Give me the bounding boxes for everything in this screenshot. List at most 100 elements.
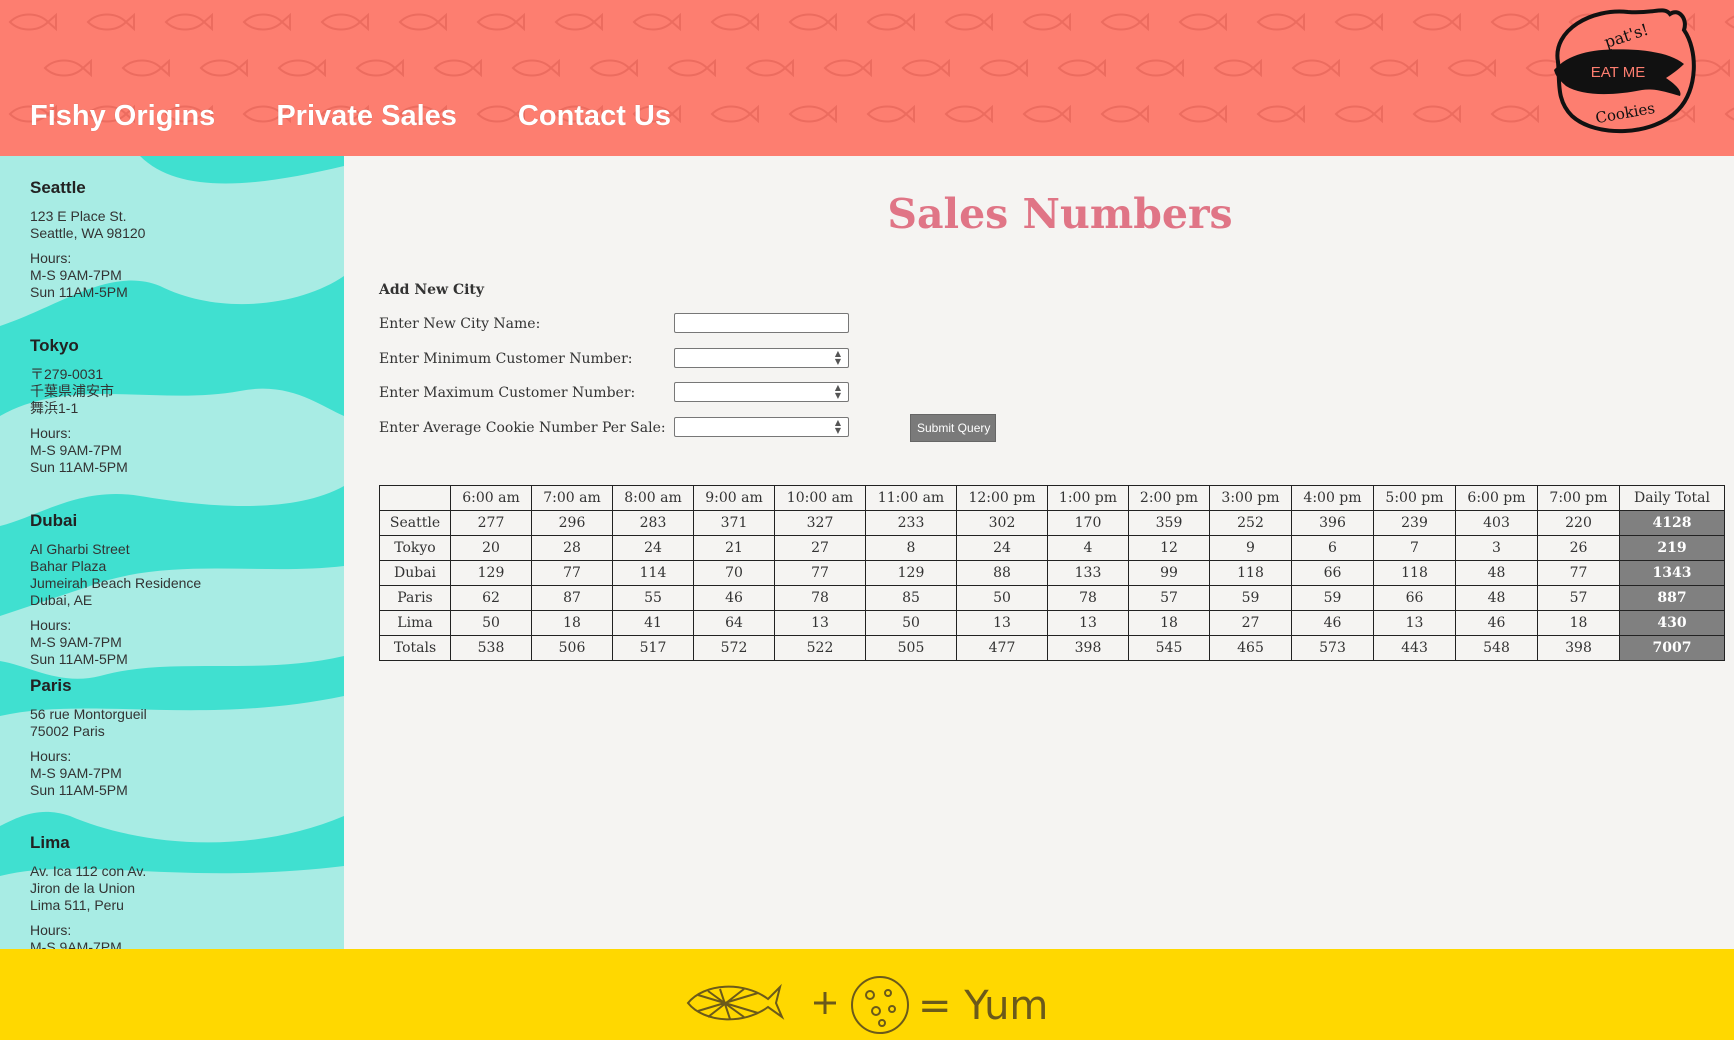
sales-cell: 27 (774, 535, 866, 561)
row-label: Lima (379, 610, 451, 636)
table-row: Seattle 277 296 283 371 327 233 302 170 359 252 396… (379, 510, 1725, 536)
daily-total-cell: 887 (1619, 585, 1725, 611)
sales-cell: 13 (774, 610, 866, 636)
min-customers-input[interactable]: ▲ ▼ (674, 348, 849, 368)
avg-cookies-input[interactable]: ▲ ▼ (674, 417, 849, 437)
sales-cell: 396 (1291, 510, 1374, 536)
sales-cell: 7 (1373, 535, 1456, 561)
sales-cell: 48 (1455, 585, 1538, 611)
fish-icon (686, 983, 785, 1021)
sales-cell: 13 (1373, 610, 1456, 636)
store-locations-sidebar: Seattle 123 E Place St. Seattle, WA 98120 H… (0, 156, 344, 949)
store-address-line: 56 rue Montorgueil (30, 706, 147, 722)
table-row: Paris 62 87 55 46 78 85 50 78 57 59 59 66 48 57 887 (379, 585, 1725, 611)
store-hours-label: Hours: (30, 617, 72, 633)
sales-cell: 505 (865, 635, 957, 661)
sales-cell: 538 (450, 635, 532, 661)
spinner-icon[interactable]: ▲ ▼ (832, 384, 844, 400)
column-header: 7:00 pm (1537, 485, 1620, 511)
sales-cell: 118 (1209, 560, 1292, 586)
store-hours-label: Hours: (30, 250, 72, 266)
table-row: Dubai 129 77 114 70 77 129 88 133 99 118 66 118 48 77 1… (379, 560, 1725, 586)
column-header: 10:00 am (774, 485, 866, 511)
daily-total-cell: 430 (1619, 610, 1725, 636)
sales-cell: 252 (1209, 510, 1292, 536)
nav-fishy-origins[interactable]: Fishy Origins (30, 100, 215, 133)
sales-cell: 239 (1373, 510, 1456, 536)
sales-cell: 3 (1455, 535, 1538, 561)
sales-cell: 233 (865, 510, 957, 536)
sales-cell: 302 (956, 510, 1048, 536)
sales-cell: 545 (1128, 635, 1210, 661)
store-address-line: Jumeirah Beach Residence (30, 575, 202, 591)
sales-cell: 18 (531, 610, 613, 636)
sales-cell: 57 (1128, 585, 1210, 611)
column-header: 2:00 pm (1128, 485, 1210, 511)
sales-cell: 548 (1455, 635, 1538, 661)
sales-cell: 50 (956, 585, 1048, 611)
sales-cell: 277 (450, 510, 532, 536)
sales-cell: 77 (774, 560, 866, 586)
store-name: Tokyo (30, 336, 79, 355)
store-hours-label: Hours: (30, 922, 72, 938)
table-row: Tokyo 20 28 24 21 27 8 24 4 12 9 6 7 3 26 219 (379, 535, 1725, 561)
column-header: 4:00 pm (1291, 485, 1374, 511)
plus-icon (814, 992, 836, 1014)
sales-cell: 24 (956, 535, 1048, 561)
sales-cell: 20 (450, 535, 532, 561)
sales-cell: 398 (1537, 635, 1620, 661)
sales-cell: 465 (1209, 635, 1292, 661)
store-address-line: 舞浜1-1 (30, 400, 79, 416)
sales-cell: 46 (693, 585, 775, 611)
table-row: Totals 538 506 517 572 522 505 477 398 545 465 573 4… (379, 635, 1725, 661)
sales-cell: 398 (1047, 635, 1129, 661)
pats-cookies-logo[interactable]: pat's! EAT ME Cookies (1542, 4, 1700, 140)
nav-contact-us[interactable]: Contact Us (518, 100, 671, 133)
nav-private-sales[interactable]: Private Sales (276, 100, 457, 133)
sales-cell: 99 (1128, 560, 1210, 586)
store-hours-line: M-S 9AM-7PM (30, 267, 122, 283)
column-header: 3:00 pm (1209, 485, 1292, 511)
main-content: Sales Numbers Add New City Enter New Cit… (344, 156, 1734, 949)
store-lima: Lima Av. Ica 112 con Av. Jiron de la Union… (30, 833, 146, 949)
spinner-icon[interactable]: ▲ ▼ (832, 419, 844, 435)
store-name: Dubai (30, 511, 78, 530)
column-header: 5:00 pm (1373, 485, 1456, 511)
sales-cell: 129 (865, 560, 957, 586)
column-header: 6:00 pm (1455, 485, 1538, 511)
table-row: Lima 50 18 41 64 13 50 13 13 18 27 46 13 46 18 430 (379, 610, 1725, 636)
sales-cell: 59 (1209, 585, 1292, 611)
city-name-input[interactable] (674, 313, 849, 333)
column-header: 8:00 am (612, 485, 694, 511)
store-address-line: 千葉県浦安市 (30, 383, 114, 399)
sales-cell: 66 (1373, 585, 1456, 611)
sales-cell: 50 (450, 610, 532, 636)
sales-cell: 78 (1047, 585, 1129, 611)
sales-cell: 46 (1291, 610, 1374, 636)
form-heading: Add New City (379, 282, 485, 298)
logo-middle-text: EAT ME (1591, 64, 1645, 81)
sales-cell: 18 (1537, 610, 1620, 636)
store-hours-line: M-S 9AM-7PM (30, 765, 122, 781)
row-label: Paris (379, 585, 451, 611)
submit-button[interactable]: Submit Query (910, 414, 996, 442)
sales-cell: 41 (612, 610, 694, 636)
sales-cell: 6 (1291, 535, 1374, 561)
row-label: Tokyo (379, 535, 451, 561)
max-customers-input[interactable]: ▲ ▼ (674, 382, 849, 402)
sales-cell: 13 (956, 610, 1048, 636)
store-hours-line: M-S 9AM-7PM (30, 634, 122, 650)
sales-cell: 573 (1291, 635, 1374, 661)
spinner-icon[interactable]: ▲ ▼ (832, 350, 844, 366)
cookie-icon (851, 976, 909, 1034)
sales-cell: 64 (693, 610, 775, 636)
column-header: 1:00 pm (1047, 485, 1129, 511)
city-name-label: Enter New City Name: (379, 316, 541, 332)
fish-plus-cookie-drawing: = Yum! (686, 976, 1054, 1034)
sales-cell: 46 (1455, 610, 1538, 636)
store-address-line: 〒279-0031 (30, 366, 104, 382)
page-title: Sales Numbers (887, 190, 1233, 238)
sales-table: 6:00 am 7:00 am 8:00 am 9:00 am 10:00 am 11:0… (379, 485, 1725, 661)
sales-cell: 87 (531, 585, 613, 611)
store-address-line: Seattle, WA 98120 (30, 225, 146, 241)
